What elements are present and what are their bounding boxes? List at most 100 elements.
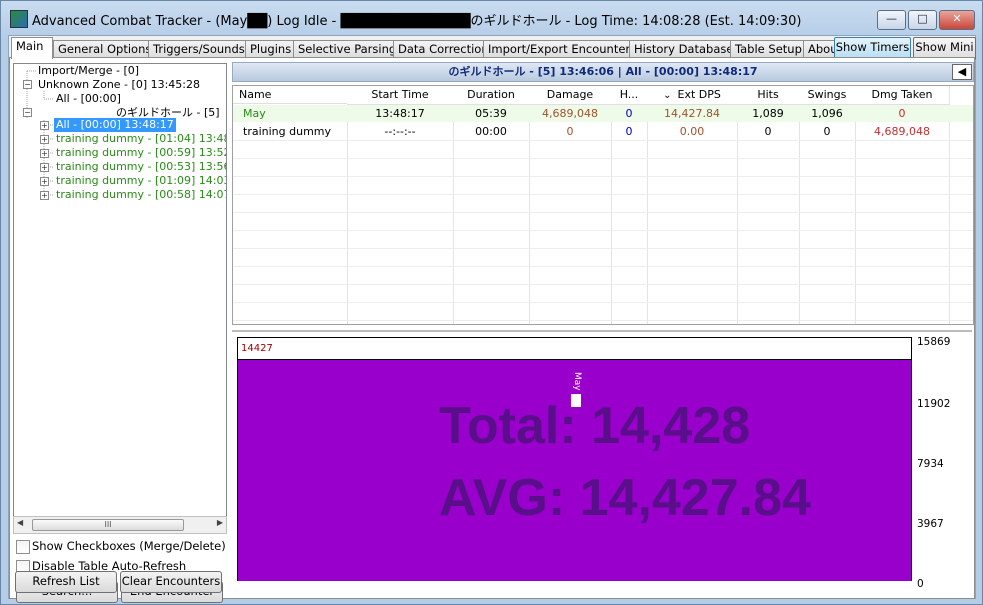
table-cell-dmg-taken: 0 (898, 107, 906, 120)
tab-import-export[interactable]: Import/Export Encounters (483, 40, 638, 58)
tree-item-encounter[interactable]: training dummy - [01:04] 13:48:1 (56, 132, 226, 146)
row-separator (233, 176, 973, 177)
main-tab-page: Import/Merge - [0] − Unknown Zone - [0] … (9, 57, 975, 603)
scroll-right-icon[interactable]: ▶ (217, 518, 223, 527)
row-separator (233, 284, 973, 285)
table-cell-h: 0 (625, 125, 633, 138)
close-button[interactable]: ✕ (939, 10, 975, 30)
expand-icon[interactable]: + (40, 177, 49, 186)
encounter-title: のギルドホール - [5] 13:46:06 | All - [00:00] 1… (448, 65, 758, 78)
column-header-h[interactable]: H... (611, 86, 647, 105)
tab-strip: Main General Options Triggers/Sounds Plu… (9, 37, 976, 60)
minimize-button[interactable]: — (877, 10, 906, 30)
row-separator (233, 248, 973, 249)
row-separator (233, 230, 973, 231)
expand-icon[interactable]: + (40, 191, 49, 200)
expand-icon[interactable]: + (40, 121, 49, 130)
column-header-hits[interactable]: Hits (737, 86, 799, 105)
title-bar[interactable]: Advanced Combat Tracker - (May██) Log Id… (1, 1, 982, 35)
tab-general-options[interactable]: General Options (53, 40, 157, 58)
row-separator (233, 266, 973, 267)
table-cell-damage: 0 (566, 125, 574, 138)
expand-icon[interactable]: + (40, 135, 49, 144)
graph-total-text: Total: 14,428 (439, 397, 751, 455)
tree-item-encounter[interactable]: training dummy - [00:58] 14:07:2 (56, 188, 226, 202)
tree-item-all-selected[interactable]: All - [00:00] 13:48:17 (54, 118, 176, 132)
y-tick-label: 7934 (917, 458, 944, 470)
tab-main[interactable]: Main (11, 37, 53, 59)
scroll-thumb[interactable]: III (32, 519, 184, 531)
y-tick-label: 0 (917, 578, 924, 590)
encounter-tree[interactable]: Import/Merge - [0] − Unknown Zone - [0] … (13, 63, 227, 520)
encounter-table[interactable]: Name Start Time Duration Damage H... ⌄ Ex… (232, 85, 974, 325)
window-title: Advanced Combat Tracker - (May██) Log Id… (32, 14, 802, 29)
column-header-ext-dps[interactable]: ⌄ Ext DPS (647, 86, 737, 105)
y-tick-label: 15869 (917, 336, 951, 348)
graph-player-label: May (572, 372, 582, 391)
tree-item-unknown-all[interactable]: All - [00:00] (56, 92, 121, 106)
table-cell-start: 13:48:17 (375, 107, 425, 120)
tab-data-correction[interactable]: Data Correction (393, 40, 492, 58)
row-separator (233, 140, 973, 141)
table-cell-hits: 0 (764, 125, 772, 138)
collapse-icon[interactable]: − (23, 80, 32, 89)
y-tick-label: 3967 (917, 518, 944, 530)
tree-item-import-merge[interactable]: Import/Merge - [0] (38, 64, 139, 78)
dps-graph: 14427 May Total: 14,428 AVG: 14,427.84 (237, 337, 912, 581)
app-window: Advanced Combat Tracker - (May██) Log Id… (0, 0, 983, 605)
tree-horizontal-scrollbar[interactable]: ◀ III ▶ (13, 516, 227, 534)
row-separator (233, 302, 973, 303)
table-cell-duration: 00:00 (475, 125, 507, 138)
graph-avg-text: AVG: 14,427.84 (439, 469, 811, 527)
ext-dps-label: Ext DPS (677, 88, 721, 101)
tab-history-database[interactable]: History Database (629, 40, 739, 58)
expand-icon[interactable]: + (40, 163, 49, 172)
column-header-dmg-taken[interactable]: Dmg Taken (855, 86, 949, 105)
row-separator (233, 158, 973, 159)
tree-item-unknown-zone[interactable]: Unknown Zone - [0] 13:45:28 (38, 78, 200, 92)
dps-graph-panel: 14427 May Total: 14,428 AVG: 14,427.84 1… (232, 330, 972, 594)
column-header-name[interactable]: Name (233, 86, 347, 104)
table-cell-damage: 4,689,048 (542, 107, 598, 120)
main-client: Main General Options Triggers/Sounds Plu… (8, 35, 976, 603)
tree-item-encounter[interactable]: training dummy - [00:59] 13:52:0 (56, 146, 226, 160)
tree-item-encounter[interactable]: training dummy - [00:53] 13:56:1 (56, 160, 226, 174)
table-cell-duration: 05:39 (475, 107, 507, 120)
y-tick-label: 11902 (917, 398, 951, 410)
refresh-list-button[interactable]: Refresh List (15, 571, 117, 593)
scroll-left-icon[interactable]: ◀ (17, 518, 23, 527)
column-header-swings[interactable]: Swings (799, 86, 855, 105)
table-cell-start: --:--:-- (384, 125, 416, 138)
table-cell-name[interactable]: training dummy (233, 123, 347, 140)
table-cell-ext-dps: 14,427.84 (664, 107, 720, 120)
graph-plot-area: May Total: 14,428 AVG: 14,427.84 (238, 359, 911, 581)
tab-triggers-sounds[interactable]: Triggers/Sounds (148, 40, 254, 58)
table-cell-swings: 0 (823, 125, 831, 138)
table-cell-hits: 1,089 (752, 107, 784, 120)
show-checkboxes-checkbox[interactable] (16, 540, 30, 554)
column-header-duration[interactable]: Duration (453, 86, 529, 105)
table-cell-swings: 1,096 (811, 107, 843, 120)
tree-item-encounter[interactable]: training dummy - [01:09] 14:03:4 (56, 174, 226, 188)
clear-encounters-button[interactable]: Clear Encounters (120, 571, 222, 593)
column-header-start-time[interactable]: Start Time (347, 86, 453, 105)
act-app-icon (10, 10, 28, 28)
column-header-damage[interactable]: Damage (529, 86, 611, 105)
arrow-left-icon[interactable]: ◀ (952, 64, 972, 80)
maximize-button[interactable]: □ (908, 10, 937, 30)
graph-max-label: 14427 (241, 343, 273, 354)
table-cell-h: 0 (625, 107, 633, 120)
expand-icon[interactable]: + (40, 149, 49, 158)
row-separator (233, 212, 973, 213)
tab-selective-parsing[interactable]: Selective Parsing (293, 40, 402, 58)
table-cell-name[interactable]: May (233, 105, 347, 122)
encounter-header: のギルドホール - [5] 13:46:06 | All - [00:00] 1… (232, 62, 974, 82)
sort-descending-icon: ⌄ (663, 90, 672, 101)
table-cell-ext-dps: 0.00 (679, 125, 705, 138)
table-cell-dmg-taken: 4,689,048 (874, 125, 930, 138)
row-separator (233, 320, 973, 321)
collapse-icon[interactable]: − (23, 108, 32, 117)
show-checkboxes-label: Show Checkboxes (Merge/Delete) (32, 539, 226, 553)
row-separator (233, 194, 973, 195)
tab-table-setup[interactable]: Table Setup (730, 40, 812, 58)
